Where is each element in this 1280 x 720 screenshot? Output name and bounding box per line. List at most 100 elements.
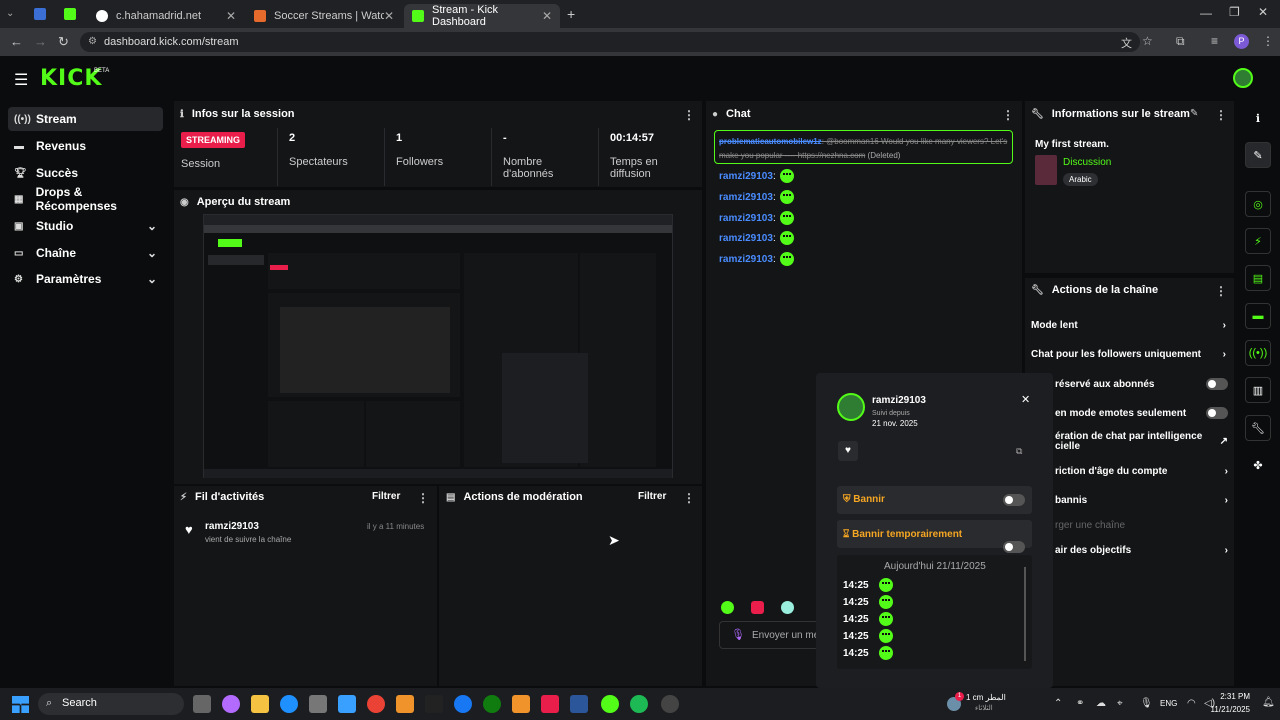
chat-message[interactable]: ramzi29103: [719, 231, 794, 245]
timeout-toggle[interactable] [1003, 541, 1025, 553]
address-input[interactable]: dashboard.kick.com/stream [80, 32, 1140, 52]
activity-user[interactable]: ramzi29103 [205, 521, 259, 532]
action-ai-moderation[interactable]: ération de chat par intelligence cielle ↗ [1055, 432, 1228, 452]
toggle-switch[interactable] [1206, 407, 1228, 419]
hamburger-menu-icon[interactable]: ☰ [14, 70, 28, 90]
close-tab-icon[interactable]: ✕ [384, 9, 394, 23]
action-goals[interactable]: air des objectifs › [1055, 545, 1228, 556]
tiktok-icon[interactable] [425, 695, 443, 713]
translate-icon[interactable]: 文 [1121, 35, 1132, 51]
popup-username[interactable]: ramzi29103 [872, 395, 926, 406]
camera-icon[interactable]: ◎ [1245, 191, 1271, 217]
profile-avatar[interactable]: P [1234, 34, 1249, 49]
store-icon[interactable] [309, 695, 327, 713]
tab-hahamadrid[interactable]: c.hahamadrid.net ✕ [88, 4, 244, 28]
stream-preview-video[interactable] [203, 214, 673, 478]
close-icon[interactable]: ✕ [1021, 393, 1030, 406]
microphone-icon[interactable]: 🎙︎ [731, 628, 745, 641]
media-icon[interactable]: ≡ [1211, 34, 1218, 48]
timeout-label[interactable]: ⌛︎ Bannir temporairement [843, 529, 962, 540]
maximize-icon[interactable]: ❐ [1229, 5, 1240, 19]
extensions-icon[interactable]: ⧉ [1176, 34, 1185, 49]
emote-quick-icon[interactable] [781, 601, 794, 614]
follow-heart-button[interactable]: ♥ [838, 441, 858, 461]
new-tab-icon[interactable]: + [567, 6, 575, 22]
tab-list-chevron-icon[interactable]: ⌄ [6, 8, 20, 20]
close-tab-icon[interactable]: ✕ [226, 9, 236, 23]
channel-actions-menu-icon[interactable]: ⋮ [1215, 284, 1227, 298]
language-indicator[interactable]: ENG [1160, 699, 1177, 708]
user-avatar[interactable] [1233, 68, 1253, 88]
cloud-icon[interactable]: ☁ [1096, 698, 1106, 709]
sidebar-item-parametres[interactable]: ⚙ Paramètres ⌄ [8, 267, 163, 291]
edge-icon[interactable] [280, 695, 298, 713]
bookmark-star-icon[interactable]: ☆ [1142, 34, 1153, 48]
vlc-icon[interactable] [512, 695, 530, 713]
action-banned-users[interactable]: bannis › [1055, 495, 1228, 506]
chat-message[interactable]: ramzi29103: [719, 211, 794, 225]
pencil-icon[interactable]: ✎ [1245, 142, 1271, 168]
app-icon[interactable] [396, 695, 414, 713]
app-icon[interactable] [541, 695, 559, 713]
sidebar-item-revenus[interactable]: ▬ Revenus [8, 134, 163, 158]
copy-icon[interactable]: ⧉ [1016, 446, 1022, 457]
document-icon[interactable]: ▤ [1245, 265, 1271, 291]
kick-app-icon[interactable] [601, 695, 619, 713]
edit-pencil-icon[interactable]: ✎ [1190, 108, 1198, 119]
stream-info-menu-icon[interactable]: ⋮ [1215, 108, 1227, 122]
sidebar-item-drops[interactable]: ▦ Drops & Récompenses [8, 185, 163, 213]
action-emotes-only[interactable]: en mode emotes seulement [1055, 407, 1228, 419]
chat-message[interactable]: ramzi29103: [719, 169, 794, 183]
photos-icon[interactable] [338, 695, 356, 713]
action-subscribers-only[interactable]: réservé aux abonnés [1055, 378, 1228, 390]
moderation-menu-icon[interactable]: ⋮ [683, 491, 695, 505]
emote-quick-icon[interactable] [751, 601, 764, 614]
copilot-icon[interactable] [222, 695, 240, 713]
file-explorer-icon[interactable] [251, 695, 269, 713]
tab-soccer-streams[interactable]: Soccer Streams | Watch Live St ✕ [246, 4, 402, 28]
chat-bubble-icon[interactable]: ▬ [1245, 303, 1271, 329]
action-followers-only[interactable]: Chat pour les followers uniquement › [1031, 349, 1226, 360]
word-icon[interactable] [570, 695, 588, 713]
browser-menu-icon[interactable]: ⋮ [1262, 34, 1274, 48]
scrollbar[interactable] [1024, 567, 1026, 661]
ban-toggle[interactable] [1003, 494, 1025, 506]
tab-favicon[interactable] [34, 8, 46, 20]
back-icon[interactable]: ← [10, 34, 23, 49]
chat-menu-icon[interactable]: ⋮ [1002, 108, 1014, 122]
sidebar-item-chaine[interactable]: ▭ Chaîne ⌄ [8, 241, 163, 265]
broadcast-icon[interactable]: ((•)) [1245, 340, 1271, 366]
chevron-up-icon[interactable]: ⌃ [1054, 698, 1062, 709]
chat-message[interactable]: ramzi29103: [719, 190, 794, 204]
emote-quick-icon[interactable] [721, 601, 734, 614]
xbox-icon[interactable] [483, 695, 501, 713]
spotify-icon[interactable] [630, 695, 648, 713]
session-menu-icon[interactable]: ⋮ [683, 108, 695, 122]
action-raid-channel[interactable]: rger une chaîne [1055, 520, 1228, 531]
chrome-icon[interactable] [367, 695, 385, 713]
ban-label[interactable]: ⛨ Bannir [843, 494, 885, 505]
taskbar-search[interactable]: Search [38, 693, 184, 715]
task-view-icon[interactable] [193, 695, 211, 713]
sidebar-item-succes[interactable]: 🏆︎ Succès [8, 161, 163, 185]
action-age-restriction[interactable]: riction d'âge du compte › [1055, 466, 1228, 477]
minimize-icon[interactable]: — [1200, 6, 1212, 20]
app-icon[interactable] [661, 695, 679, 713]
chat-message[interactable]: ramzi29103: [719, 252, 794, 266]
tab-kick-dashboard[interactable]: Stream - Kick Dashboard ✕ [404, 4, 560, 28]
tray-icon[interactable]: ⚭ [1076, 698, 1084, 709]
close-window-icon[interactable]: ✕ [1258, 5, 1268, 19]
mic-tray-icon[interactable]: 🎙︎ [1140, 698, 1153, 709]
sidebar-item-stream[interactable]: ((•)) Stream [8, 107, 163, 131]
notification-bell-icon[interactable]: 🔔︎ [1262, 697, 1275, 708]
forward-icon[interactable]: → [34, 34, 47, 49]
location-icon[interactable]: ⌖ [1117, 698, 1123, 709]
puzzle-icon[interactable]: ✤ [1245, 452, 1271, 478]
activity-filter-button[interactable]: Filtrer [372, 491, 400, 502]
sidebar-item-studio[interactable]: ▣ Studio ⌄ [8, 214, 163, 238]
info-icon[interactable]: ℹ [1245, 105, 1271, 131]
close-tab-icon[interactable]: ✕ [542, 9, 552, 23]
lightning-icon[interactable]: ⚡︎ [1245, 228, 1271, 254]
category-link[interactable]: Discussion [1063, 157, 1111, 168]
wrench-icon[interactable]: 🔧︎ [1245, 415, 1271, 441]
